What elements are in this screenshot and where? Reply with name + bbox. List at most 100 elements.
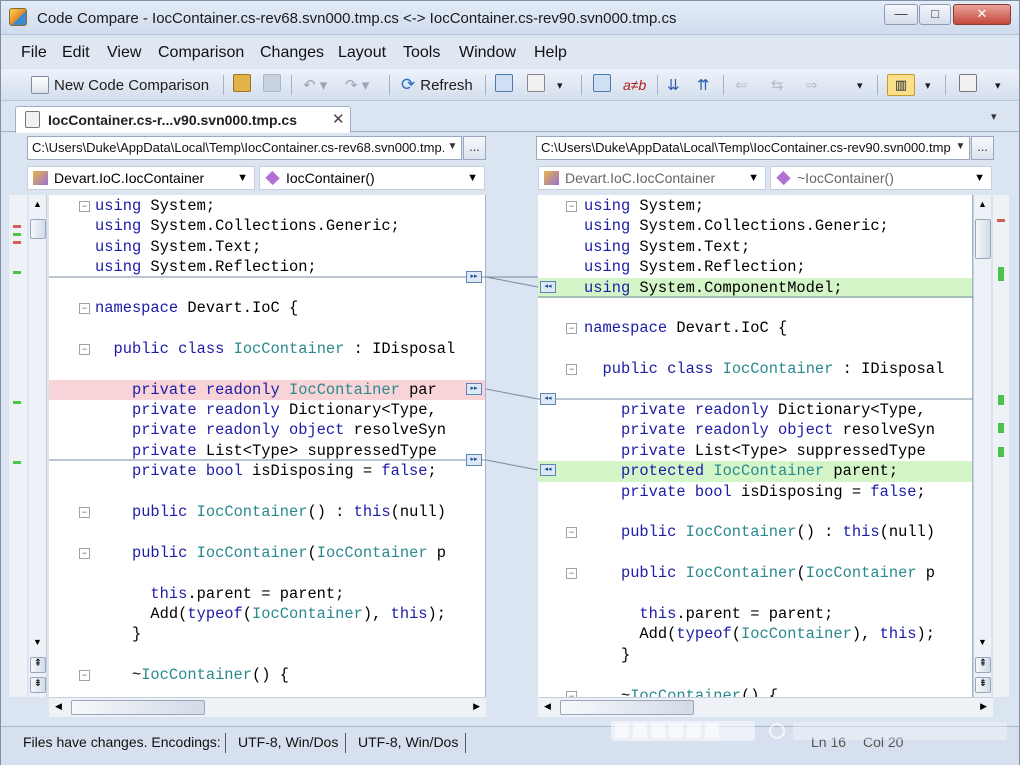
menu-comparison[interactable]: Comparison — [158, 44, 244, 62]
copy-change-right-icon[interactable]: ▸▸ — [466, 454, 482, 466]
menu-changes[interactable]: Changes — [260, 44, 324, 62]
previous-change-icon[interactable]: ⇈ — [697, 74, 710, 96]
left-path-dropdown-icon[interactable]: ▼ — [444, 136, 462, 160]
close-button[interactable]: ✕ — [953, 4, 1011, 25]
options-icon[interactable] — [959, 74, 977, 92]
copy-left-icon[interactable]: ⇐ — [735, 74, 748, 96]
left-member-combo[interactable]: IocContainer() ▼ — [259, 166, 485, 190]
scroll-up-icon[interactable]: ▲ — [978, 199, 987, 209]
report-icon[interactable] — [527, 74, 545, 92]
right-vertical-scrollbar[interactable]: ▲ ▼ ⇞ ⇟ — [973, 195, 991, 697]
menu-view[interactable]: View — [107, 44, 141, 62]
next-difference-icon[interactable]: ⇟ — [975, 677, 991, 693]
document-icon — [25, 111, 40, 128]
title-bar: Code Compare - IocContainer.cs-rev68.svn… — [1, 1, 1019, 35]
tab-label: IocContainer.cs-r...v90.svn000.tmp.cs — [48, 112, 298, 128]
menu-layout[interactable]: Layout — [338, 44, 386, 62]
options-dropdown-icon[interactable]: ▾ — [995, 74, 1001, 96]
right-path-dropdown-icon[interactable]: ▼ — [952, 136, 970, 160]
copy-change-right-icon[interactable]: ▸▸ — [466, 271, 482, 283]
scroll-down-icon[interactable]: ▼ — [978, 637, 987, 647]
chevron-down-icon: ▼ — [748, 172, 759, 184]
app-icon — [9, 8, 27, 26]
new-comparison-label: New Code Comparison — [54, 76, 210, 94]
scroll-down-icon[interactable]: ▼ — [33, 637, 42, 647]
left-browse-button[interactable]: ... — [463, 136, 486, 160]
layout-dropdown-icon[interactable]: ▾ — [925, 74, 931, 96]
scroll-left-icon[interactable]: ◀ — [544, 701, 551, 712]
right-scroll-thumb[interactable] — [975, 219, 991, 259]
tab-list-dropdown-icon[interactable]: ▾ — [991, 110, 997, 123]
added-change-marker — [13, 461, 21, 464]
left-change-overview[interactable] — [9, 195, 27, 697]
right-hscroll-thumb[interactable] — [560, 700, 694, 715]
minimize-button[interactable]: — — [884, 4, 918, 25]
menu-help[interactable]: Help — [534, 44, 567, 62]
left-member-combo-value: IocContainer() — [286, 170, 375, 186]
copy-all-icon[interactable]: ⇆ — [771, 74, 784, 96]
menu-window[interactable]: Window — [459, 44, 516, 62]
left-vertical-scrollbar[interactable]: ▲ ▼ ⇞ ⇟ — [29, 195, 47, 697]
scroll-up-icon[interactable]: ▲ — [33, 199, 42, 209]
swap-panes-icon[interactable] — [495, 74, 513, 92]
next-difference-icon[interactable]: ⇟ — [30, 677, 46, 693]
menu-tools[interactable]: Tools — [403, 44, 440, 62]
compare-chars-icon[interactable]: a≠b — [623, 74, 646, 96]
refresh-icon: ⟳ — [401, 75, 416, 94]
merge-dropdown-icon[interactable]: ▾ — [857, 74, 863, 96]
toolbar-separator — [723, 75, 724, 95]
app-window: Code Compare - IocContainer.cs-rev68.svn… — [0, 0, 1020, 765]
new-comparison-button[interactable]: New Code Comparison — [31, 74, 209, 96]
connector-line — [485, 459, 539, 471]
redo-icon[interactable]: ↷ ▾ — [345, 74, 369, 96]
right-class-combo[interactable]: Devart.IoC.IocContainer ▼ — [538, 166, 766, 190]
toolbar-separator — [581, 75, 582, 95]
save-icon[interactable] — [263, 74, 281, 92]
scroll-left-icon[interactable]: ◀ — [55, 701, 62, 712]
class-icon — [33, 171, 48, 185]
sync-scroll-icon[interactable] — [593, 74, 611, 92]
menu-file[interactable]: File — [21, 44, 47, 62]
scroll-right-icon[interactable]: ▶ — [473, 701, 480, 712]
refresh-button[interactable]: ⟳ Refresh — [401, 74, 473, 96]
left-class-combo[interactable]: Devart.IoC.IocContainer ▼ — [27, 166, 255, 190]
new-document-icon — [31, 76, 49, 94]
scroll-right-icon[interactable]: ▶ — [980, 701, 987, 712]
added-change-marker — [13, 233, 21, 236]
restore-button[interactable]: □ — [919, 4, 951, 25]
copy-change-right-icon[interactable]: ▸▸ — [466, 383, 482, 395]
copy-change-left-icon[interactable]: ◂◂ — [540, 393, 556, 405]
watermark — [611, 721, 1007, 741]
right-encoding[interactable]: UTF-8, Win/Dos — [358, 734, 458, 750]
right-file-path-input[interactable]: C:\Users\Duke\AppData\Local\Temp\IocCont… — [536, 136, 970, 160]
right-horizontal-scrollbar[interactable]: ◀ ▶ — [538, 697, 993, 717]
copy-change-left-icon[interactable]: ◂◂ — [540, 281, 556, 293]
report-dropdown-icon[interactable]: ▾ — [557, 74, 563, 96]
copy-right-icon[interactable]: ⇒ — [805, 74, 818, 96]
deleted-change-marker — [13, 241, 21, 244]
layout-columns-icon[interactable]: ▥ — [887, 74, 915, 96]
left-class-combo-value: Devart.IoC.IocContainer — [54, 170, 205, 186]
tab-iocontainer-compare[interactable]: IocContainer.cs-r...v90.svn000.tmp.cs ✕ — [15, 106, 351, 133]
undo-icon[interactable]: ↶ ▾ — [303, 74, 327, 96]
right-browse-button[interactable]: ... — [971, 136, 994, 160]
right-change-overview[interactable] — [993, 195, 1009, 697]
left-horizontal-scrollbar[interactable]: ◀ ▶ — [49, 697, 486, 717]
menu-bar: File Edit View Comparison Changes Layout… — [1, 38, 1019, 68]
menu-edit[interactable]: Edit — [62, 44, 90, 62]
left-scroll-thumb[interactable] — [30, 219, 46, 239]
open-folder-icon[interactable] — [233, 74, 251, 92]
close-tab-icon[interactable]: ✕ — [332, 110, 345, 128]
left-encoding[interactable]: UTF-8, Win/Dos — [238, 734, 338, 750]
added-change-marker — [998, 267, 1004, 281]
toolbar-separator — [291, 75, 292, 95]
left-hscroll-thumb[interactable] — [71, 700, 205, 715]
status-separator — [345, 733, 346, 753]
left-file-path-input[interactable]: C:\Users\Duke\AppData\Local\Temp\IocCont… — [27, 136, 461, 160]
next-change-icon[interactable]: ⇊ — [667, 74, 680, 96]
toolbar-separator — [945, 75, 946, 95]
previous-difference-icon[interactable]: ⇞ — [30, 657, 46, 673]
previous-difference-icon[interactable]: ⇞ — [975, 657, 991, 673]
copy-change-left-icon[interactable]: ◂◂ — [540, 464, 556, 476]
right-member-combo[interactable]: ~IocContainer() ▼ — [770, 166, 992, 190]
